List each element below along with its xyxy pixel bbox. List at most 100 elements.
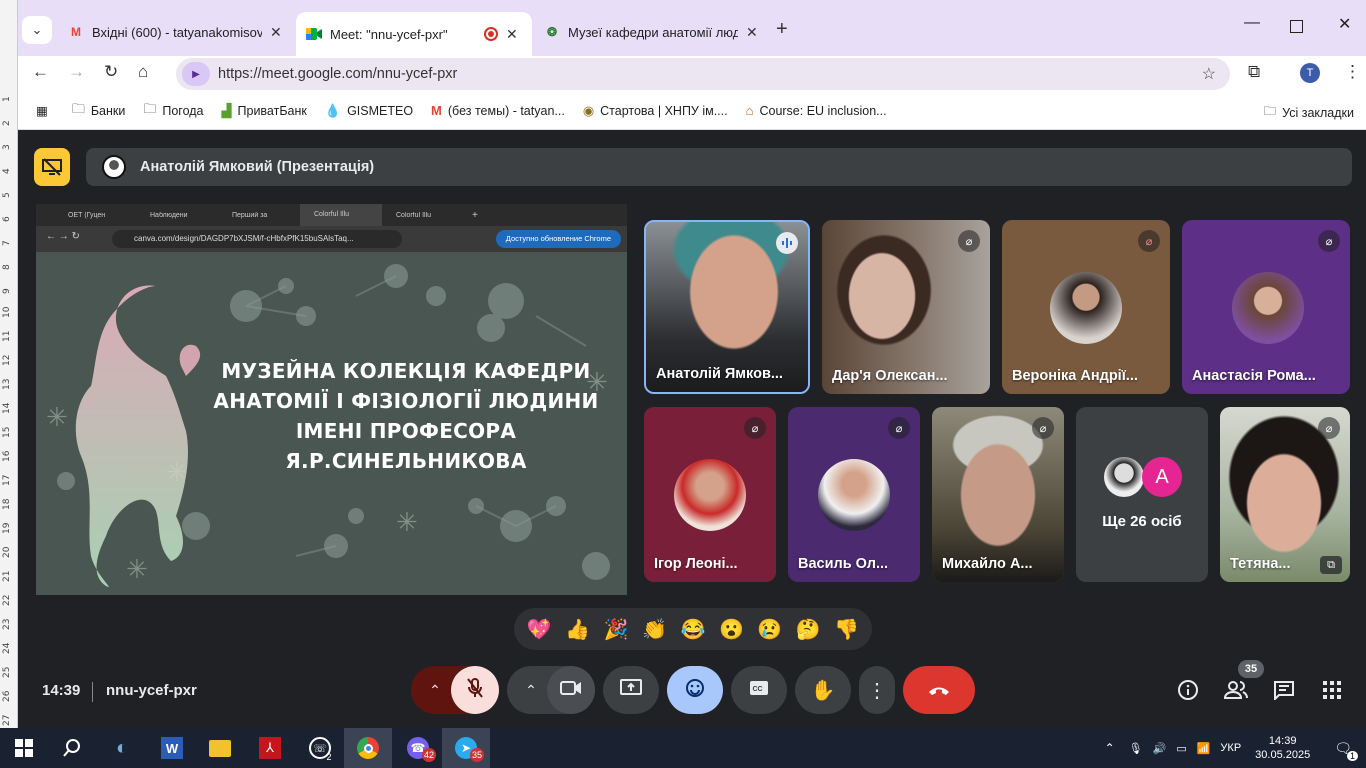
captions-button[interactable]: CC <box>731 666 787 714</box>
bookmark-gismeteo[interactable]: 💧 GISMETEO <box>325 103 413 119</box>
window-close-button[interactable]: ✕ <box>1338 14 1351 34</box>
pip-icon[interactable]: ⧉ <box>1320 556 1342 574</box>
address-bar[interactable]: ▶ https://meet.google.com/nnu-ycef-pxr ☆ <box>176 58 1230 90</box>
tab-search-button[interactable]: ⌄ <box>22 16 52 44</box>
reaction-thumbs-up[interactable]: 👍 <box>565 617 590 642</box>
chat-icon[interactable] <box>1269 676 1299 704</box>
slide-title-line: МУЗЕЙНА КОЛЕКЦІЯ КАФЕДРИ <box>221 359 591 383</box>
all-bookmarks[interactable]: 🗀 Усі закладки <box>1264 102 1354 123</box>
file-explorer-icon[interactable] <box>196 728 244 768</box>
participant-tile[interactable]: ⌀ Вероніка Андрії... <box>1002 220 1170 394</box>
shared-tab: ОЕТ (Гуцен <box>68 211 106 219</box>
microphone-icon[interactable]: 🎙 <box>1129 742 1143 755</box>
site-info-icon[interactable]: ▶ <box>182 62 210 86</box>
ruler-tick: 19 <box>2 522 12 534</box>
people-icon[interactable] <box>1221 676 1251 704</box>
participant-tile[interactable]: Анатолій Ямков... <box>644 220 810 394</box>
bookmark-banky[interactable]: 🗀 Банки <box>72 100 126 122</box>
gismeteo-icon: 💧 <box>324 102 342 118</box>
bookmark-pogoda[interactable]: 🗀 Погода <box>143 100 203 122</box>
meet-area: Анатолій Ямковий (Презентація) ОЕТ (Гуце… <box>18 130 1366 728</box>
activities-grid-icon[interactable] <box>1317 676 1347 704</box>
participant-tile[interactable]: ⌀ Тетяна... ⧉ <box>1220 407 1350 582</box>
bookmark-gmail[interactable]: M (без темы) - tatyan... <box>431 103 565 118</box>
emoji-reactions-button[interactable] <box>667 666 723 714</box>
bookmark-hnpu[interactable]: ◉ Стартова | ХНПУ ім.... <box>583 103 728 119</box>
reaction-sad[interactable]: 😢 <box>757 617 782 642</box>
tab-title: Meet: "nnu-ycef-pxr" <box>330 26 448 42</box>
clock[interactable]: 14:39 30.05.2025 <box>1255 734 1310 762</box>
profile-avatar[interactable]: T <box>1300 63 1320 83</box>
windows-start-icon[interactable] <box>0 728 48 768</box>
maximize-button[interactable] <box>1290 20 1303 33</box>
tab-museum[interactable]: ❂ Музеї кафедри анатомії людин ✕ <box>534 12 770 52</box>
chrome-icon[interactable] <box>344 728 392 768</box>
ruler-tick: 12 <box>2 354 12 366</box>
forward-arrow-icon[interactable]: → <box>68 62 85 82</box>
new-tab-button[interactable]: + <box>776 18 788 41</box>
closed-captions-icon: CC <box>749 680 769 701</box>
participant-tile[interactable]: ⌀ Василь Ол... <box>788 407 920 582</box>
chevron-up-icon[interactable]: ⌃ <box>1105 741 1115 755</box>
leave-call-button[interactable] <box>903 666 975 714</box>
acrobat-icon[interactable]: ⅄ <box>246 728 294 768</box>
back-arrow-icon[interactable]: ← <box>32 62 49 82</box>
video-options-chevron-icon[interactable]: ⌃ <box>525 682 537 699</box>
tab-gmail[interactable]: M Вхідні (600) - tatyanakomisova@ ✕ <box>58 12 294 52</box>
bookmark-privatbank[interactable]: ▟ ПриватБанк <box>222 103 307 119</box>
ruler-tick: 7 <box>2 240 12 246</box>
ruler-tick: 17 <box>2 474 12 486</box>
reload-icon[interactable]: ↻ <box>104 62 118 82</box>
volume-icon[interactable]: 🔊 <box>1153 742 1167 755</box>
participant-tile[interactable]: ⌀ Ігор Леоні... <box>644 407 776 582</box>
reaction-clap[interactable]: 👏 <box>642 617 667 642</box>
search-icon[interactable] <box>48 728 96 768</box>
network-icon[interactable]: 📶 <box>1197 742 1211 755</box>
minimize-button[interactable]: — <box>1244 14 1260 32</box>
home-icon[interactable]: ⌂ <box>138 62 148 82</box>
reaction-surprised[interactable]: 😮 <box>719 617 744 642</box>
slide-title-line: АНАТОМІЇ І ФІЗІОЛОГІЇ ЛЮДИНИ <box>213 389 599 413</box>
tab-title: Вхідні (600) - tatyanakomisova@ <box>92 24 262 40</box>
viber-icon[interactable]: ☎ 42 <box>394 728 442 768</box>
reaction-thumbs-down[interactable]: 👎 <box>834 617 859 642</box>
reaction-sparkling-heart[interactable]: 💖 <box>527 617 552 642</box>
reaction-thinking[interactable]: 🤔 <box>796 617 821 642</box>
mic-off-icon: ⌀ <box>1032 417 1054 439</box>
apps-grid-icon[interactable]: ▦ <box>36 103 48 118</box>
word-icon[interactable]: W <box>148 728 196 768</box>
raise-hand-button[interactable]: ✋ <box>795 666 851 714</box>
present-screen-button[interactable] <box>603 666 659 714</box>
extensions-icon[interactable]: ⧉ <box>1248 62 1260 82</box>
battery-icon[interactable]: ▭ <box>1176 742 1186 755</box>
camera-toggle-button[interactable] <box>547 666 595 714</box>
audio-options-chevron-icon[interactable]: ⌃ <box>429 682 441 699</box>
participant-avatar <box>818 459 890 531</box>
notifications-icon[interactable]: 🗨 1 <box>1334 740 1358 761</box>
close-icon[interactable]: ✕ <box>506 26 518 43</box>
tab-meet[interactable]: Meet: "nnu-ycef-pxr" ✕ <box>296 12 532 56</box>
mic-off-icon: ⌀ <box>744 417 766 439</box>
language-indicator[interactable]: УКР <box>1220 742 1241 754</box>
reaction-laugh[interactable]: 😂 <box>681 617 706 642</box>
participant-tile[interactable]: ⌀ Дар'я Олексан... <box>822 220 990 394</box>
telegram-icon[interactable]: ➤ 35 <box>442 728 490 768</box>
presentation-icon[interactable] <box>34 148 70 186</box>
mic-toggle-button[interactable] <box>451 666 499 714</box>
close-icon[interactable]: ✕ <box>270 24 282 41</box>
menu-kebab-icon[interactable]: ⋮ <box>1344 62 1361 82</box>
close-icon[interactable]: ✕ <box>746 24 758 41</box>
reaction-party[interactable]: 🎉 <box>604 617 629 642</box>
bookmark-star-icon[interactable]: ☆ <box>1202 64 1216 84</box>
participant-avatar <box>1104 457 1144 497</box>
bookmark-course[interactable]: ⌂ Course: EU inclusion... <box>746 103 887 118</box>
more-participants-tile[interactable]: A Ще 26 осіб <box>1076 407 1208 582</box>
participant-tile[interactable]: ⌀ Анастасія Рома... <box>1182 220 1350 394</box>
copilot-icon[interactable]: ◐ <box>98 728 146 768</box>
meeting-info-icon[interactable] <box>1173 676 1203 704</box>
whatsapp-icon[interactable]: ☏ 2 <box>296 728 344 768</box>
participant-tile[interactable]: ⌀ Михайло А... <box>932 407 1064 582</box>
meet-icon <box>306 26 322 42</box>
more-options-button[interactable]: ⋮ <box>859 666 895 714</box>
bookmark-label: ПриватБанк <box>237 103 307 118</box>
